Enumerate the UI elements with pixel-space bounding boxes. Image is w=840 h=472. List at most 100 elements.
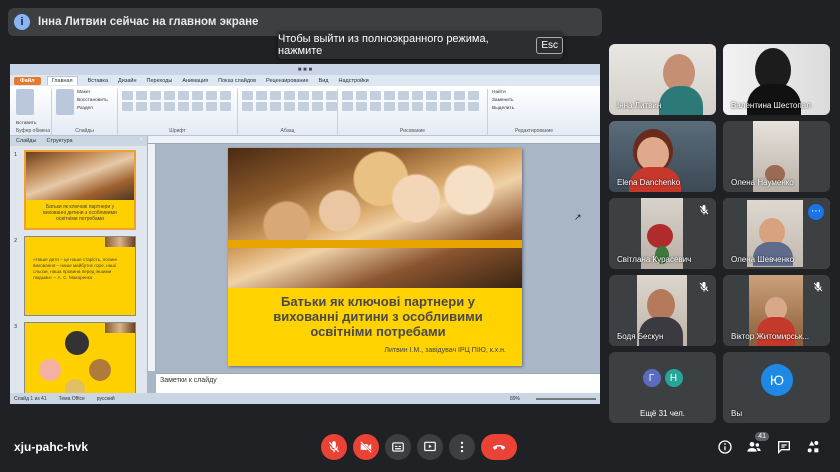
avatar: Н bbox=[663, 368, 684, 388]
slide-thumb-1: 1 Батьки як ключові партнери у вихованні… bbox=[10, 150, 148, 232]
ppt-tab-view: Вид bbox=[318, 77, 329, 84]
ribbon-group-font: Шрифт bbox=[118, 89, 238, 135]
present-icon bbox=[424, 441, 436, 452]
ppt-tab-design: Дизайн bbox=[118, 77, 137, 84]
participant-tile-1[interactable]: Інна Литвин bbox=[609, 44, 716, 115]
new-slide-icon bbox=[56, 89, 74, 115]
people-button[interactable]: 41 bbox=[745, 432, 769, 456]
ppt-file-tab: Файл bbox=[14, 76, 41, 85]
slide-thumb-2: 2 «Наше дитя – це наше старість, погане … bbox=[10, 236, 148, 318]
ppt-tab-insert: Вставка bbox=[87, 77, 109, 84]
people-icon bbox=[747, 442, 761, 452]
captions-icon bbox=[392, 442, 404, 452]
self-avatar: Ю bbox=[761, 364, 793, 396]
meet-window: i Інна Литвин сейчас на главном экране ■… bbox=[0, 0, 840, 472]
info-icon: i bbox=[14, 14, 30, 30]
participant-tile-2[interactable]: Валентина Шестопал bbox=[723, 44, 830, 115]
diagram-circle bbox=[39, 359, 61, 381]
hang-up-icon bbox=[492, 445, 506, 450]
participant-name: Олена Шевченко bbox=[731, 255, 795, 264]
ppt-tab-addins: Надстройки bbox=[338, 77, 369, 84]
chat-icon bbox=[778, 441, 790, 454]
notes-field: Заметки к слайду bbox=[156, 373, 600, 393]
mic-off-icon bbox=[328, 441, 340, 453]
ribbon-group-paragraph: Абзац bbox=[238, 89, 338, 135]
panel-tabs: Слайды Структура bbox=[10, 136, 147, 146]
ruler-horizontal bbox=[148, 136, 600, 144]
participant-name: Олена Науменко bbox=[731, 178, 794, 187]
close-icon: × bbox=[139, 137, 143, 143]
self-name: Вы bbox=[731, 409, 743, 418]
chat-button[interactable] bbox=[775, 438, 793, 456]
ppt-tab-slideshow: Показ слайдов bbox=[218, 77, 257, 84]
participant-tile-4[interactable]: Олена Науменко bbox=[723, 121, 830, 192]
participant-name: Інна Литвин bbox=[617, 101, 662, 110]
leave-call-button[interactable] bbox=[481, 434, 517, 460]
slide-author: Литвин І.М., завідувач ІРЦ ПІЮ, к.х.н. bbox=[384, 347, 506, 354]
status-slide-info: Слайд 1 из 41 bbox=[14, 395, 47, 402]
meeting-details-button[interactable] bbox=[716, 438, 734, 456]
ppt-ribbon: Вставить Буфер обмена Макет Восстановить… bbox=[10, 86, 600, 136]
others-label: Ещё 31 чел. bbox=[640, 409, 685, 418]
diagram-circle bbox=[89, 359, 111, 381]
participant-name: Бодя Бескун bbox=[617, 332, 664, 341]
ribbon-group-drawing: Рисование bbox=[338, 89, 488, 135]
ribbon-group-editing: Найти Заменить Выделить Редактирование bbox=[492, 90, 554, 134]
mic-off-icon bbox=[699, 205, 709, 215]
zoom-slider bbox=[536, 397, 596, 400]
mouse-cursor-icon: ↗ bbox=[574, 212, 582, 222]
participant-tile-5[interactable]: Світлана Курасевич bbox=[609, 198, 716, 269]
presenter-text: Інна Литвин сейчас на главном экране bbox=[38, 16, 259, 28]
slide-photo-children bbox=[228, 148, 522, 288]
zoom-control: 89% bbox=[510, 396, 600, 402]
self-tile[interactable]: Ю Вы bbox=[723, 352, 830, 423]
slide-editor: Батьки як ключові партнери у вихованні д… bbox=[148, 136, 600, 393]
participant-name: Валентина Шестопал bbox=[731, 101, 811, 110]
ppt-tab-review: Рецензирование bbox=[266, 77, 309, 84]
bus-frame bbox=[228, 240, 522, 248]
thumb-photo bbox=[26, 152, 134, 200]
participant-name: Elena Danchenko bbox=[617, 178, 681, 187]
ppt-tab-home: Главная bbox=[46, 76, 78, 85]
mic-toggle-button[interactable] bbox=[321, 434, 347, 460]
ppt-workspace: Слайды Структура × 1 Батьки як ключові п… bbox=[10, 136, 600, 402]
captions-button[interactable] bbox=[385, 434, 411, 460]
participant-tile-6[interactable]: ⋯ Олена Шевченко bbox=[723, 198, 830, 269]
avatar: Г bbox=[641, 368, 662, 388]
zoom-level: 89% bbox=[509, 395, 520, 402]
ppt-ribbon-tabs: Файл Главная Вставка Дизайн Переходы Ани… bbox=[10, 75, 600, 86]
info-icon bbox=[718, 440, 732, 454]
slide-title: Батьки як ключові партнери у вихованні д… bbox=[273, 294, 483, 339]
thumb-photo-strip bbox=[105, 237, 135, 247]
status-theme: Тема Office bbox=[58, 395, 85, 402]
meeting-code: xju-pahc-hvk bbox=[14, 440, 89, 454]
status-language: русский bbox=[96, 395, 115, 402]
activities-button[interactable] bbox=[804, 438, 822, 456]
ppt-tab-animation: Анимация bbox=[182, 77, 209, 84]
ppt-titlebar: ■ ■ ■ bbox=[10, 64, 600, 75]
paste-icon bbox=[16, 89, 34, 115]
ppt-tab-transitions: Переходы bbox=[146, 77, 173, 84]
slide-thumb-3: 3 bbox=[10, 322, 148, 404]
participant-tile-8[interactable]: Віктор Житомирськ... bbox=[723, 275, 830, 346]
diagram-circle bbox=[65, 331, 89, 355]
fullscreen-toast-text: Чтобы выйти из полноэкранного режима, на… bbox=[278, 33, 489, 57]
present-screen-button[interactable] bbox=[417, 434, 443, 460]
participant-tile-7[interactable]: Бодя Бескун bbox=[609, 275, 716, 346]
camera-off-icon bbox=[360, 441, 372, 453]
more-options-button[interactable]: ⋯ bbox=[808, 204, 824, 220]
others-avatars: Г Н bbox=[609, 368, 716, 388]
more-options-menu-button[interactable] bbox=[449, 434, 475, 460]
activities-icon bbox=[807, 441, 819, 453]
participant-tile-3[interactable]: Elena Danchenko bbox=[609, 121, 716, 192]
panel-tab-outline: Структура bbox=[46, 138, 73, 144]
fullscreen-exit-toast: Чтобы выйти из полноэкранного режима, на… bbox=[278, 31, 563, 59]
mic-off-icon bbox=[813, 282, 823, 292]
others-tile[interactable]: Г Н Ещё 31 чел. bbox=[609, 352, 716, 423]
ppt-status-bar: Слайд 1 из 41 Тема Office русский 89% bbox=[10, 393, 600, 404]
slides-panel: Слайды Структура × 1 Батьки як ключові п… bbox=[10, 136, 148, 402]
ribbon-group-slides: Макет Восстановить Раздел Слайды bbox=[52, 89, 118, 135]
panel-tab-slides: Слайды bbox=[16, 138, 37, 144]
ribbon-group-clipboard: Вставить Буфер обмена bbox=[12, 89, 52, 135]
camera-toggle-button[interactable] bbox=[353, 434, 379, 460]
